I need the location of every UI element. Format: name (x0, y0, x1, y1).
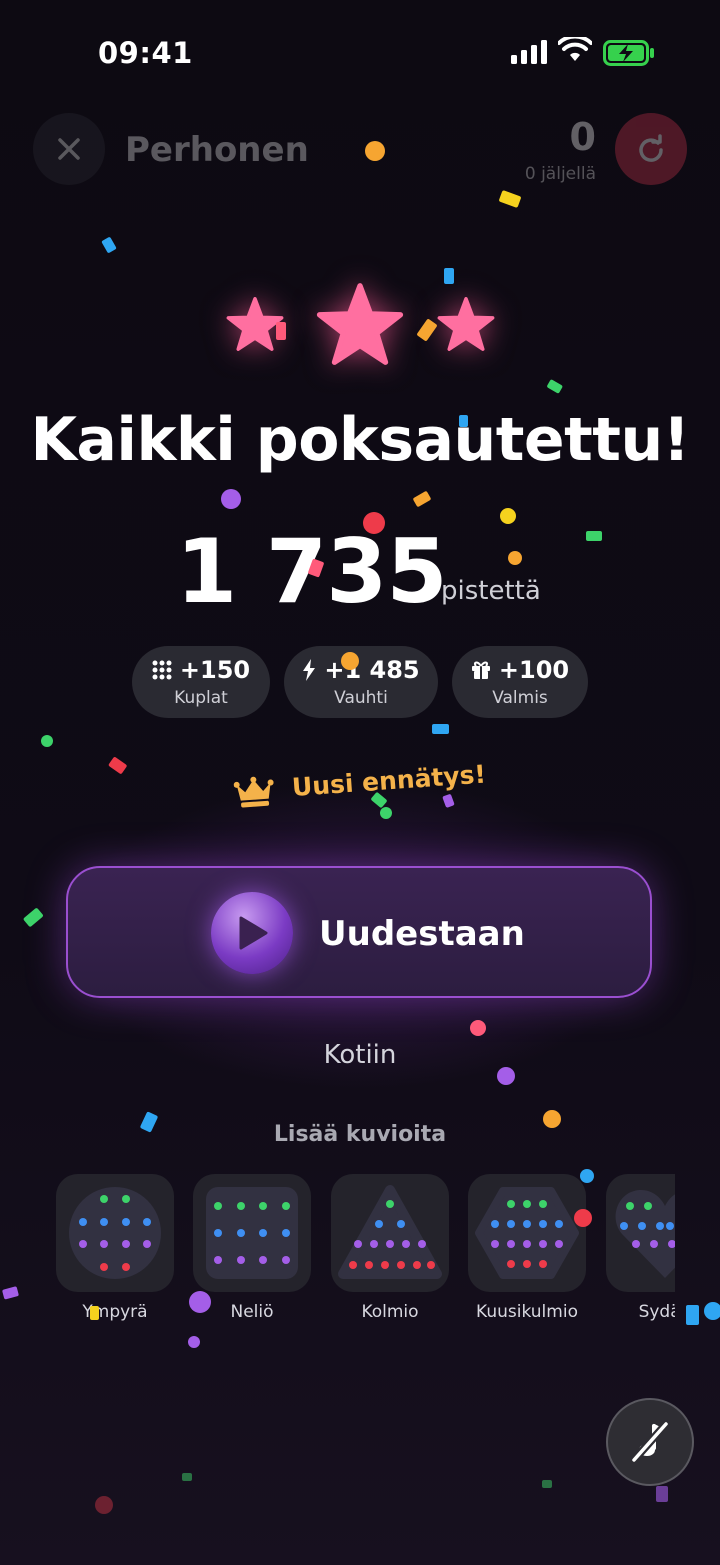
heart-pattern-icon (615, 1190, 675, 1278)
breakdown-label: Vauhti (334, 688, 388, 708)
breakdown-value: +100 (498, 656, 570, 684)
breakdown-value: +150 (179, 656, 251, 684)
new-record-text: Uusi ennätys! (290, 759, 487, 802)
pattern-tile-hexagon[interactable]: Kuusikulmio (468, 1174, 586, 1322)
breakdown-value: +1 485 (324, 656, 420, 684)
hexagon-pattern-icon (475, 1187, 579, 1279)
game-header: Perhonen 0 0 jäljellä (0, 110, 720, 190)
pattern-tile-heart[interactable]: Sydän (606, 1174, 675, 1322)
breakdown-label: Valmis (492, 688, 548, 708)
sound-toggle-button[interactable] (606, 1398, 694, 1486)
play-again-label: Uudestaan (319, 914, 525, 954)
pattern-label: Sydän (638, 1302, 675, 1322)
crown-icon (233, 776, 274, 808)
game-complete-screen: 09:41 Perhonen 0 0 jäljellä Kaikki poksa… (0, 0, 720, 1565)
music-off-icon (630, 1420, 670, 1464)
play-orb (211, 892, 293, 974)
pattern-label: Ympyrä (82, 1302, 148, 1322)
pattern-tile-circle[interactable]: Ympyrä (56, 1174, 174, 1322)
score-unit: pistettä (441, 576, 541, 606)
play-again-button[interactable]: Uudestaan (66, 866, 652, 998)
close-button[interactable] (33, 113, 105, 185)
star-icon (226, 297, 284, 351)
breakdown-bubbles: +150 Kuplat (132, 646, 270, 718)
cellular-signal-icon (511, 40, 547, 64)
new-record-badge: Uusi ennätys! (233, 751, 496, 819)
circle-pattern-icon (69, 1187, 161, 1279)
pattern-title: Perhonen (125, 130, 309, 170)
score-display: 1 735 pistettä (0, 520, 720, 623)
restart-button[interactable] (615, 113, 687, 185)
bubbles-grid-icon (152, 660, 172, 680)
breakdown-speed: +1 485 Vauhti (284, 646, 438, 718)
pattern-label: Neliö (230, 1302, 274, 1322)
pattern-carousel[interactable]: Ympyrä Neliö Kolmio Kuusikulmio Syd (0, 1172, 675, 1332)
wifi-icon (558, 37, 592, 61)
restart-icon (639, 134, 663, 162)
square-pattern-icon (206, 1187, 298, 1279)
pattern-label: Kolmio (361, 1302, 419, 1322)
lightning-icon (303, 659, 316, 681)
pattern-label: Kuusikulmio (476, 1302, 578, 1322)
triangle-pattern-icon (338, 1185, 442, 1279)
status-time: 09:41 (98, 36, 193, 70)
star-icon (437, 297, 495, 351)
gift-icon (471, 661, 490, 679)
breakdown-complete: +100 Valmis (452, 646, 588, 718)
pattern-tile-triangle[interactable]: Kolmio (331, 1174, 449, 1322)
star-icon (316, 283, 404, 365)
pattern-tile-square[interactable]: Neliö (193, 1174, 311, 1322)
remaining-count: 0 (569, 115, 596, 159)
remaining-label: 0 jäljellä (524, 164, 596, 184)
home-link[interactable]: Kotiin (0, 1040, 720, 1070)
result-headline: Kaikki poksautettu! (30, 405, 690, 475)
breakdown-label: Kuplat (174, 688, 228, 708)
play-icon (239, 916, 268, 950)
score-value: 1 735 (176, 520, 448, 623)
more-patterns-title: Lisää kuvioita (273, 1122, 447, 1147)
star-rating (0, 270, 720, 380)
close-icon (58, 138, 80, 160)
battery-charging-icon (603, 40, 654, 66)
